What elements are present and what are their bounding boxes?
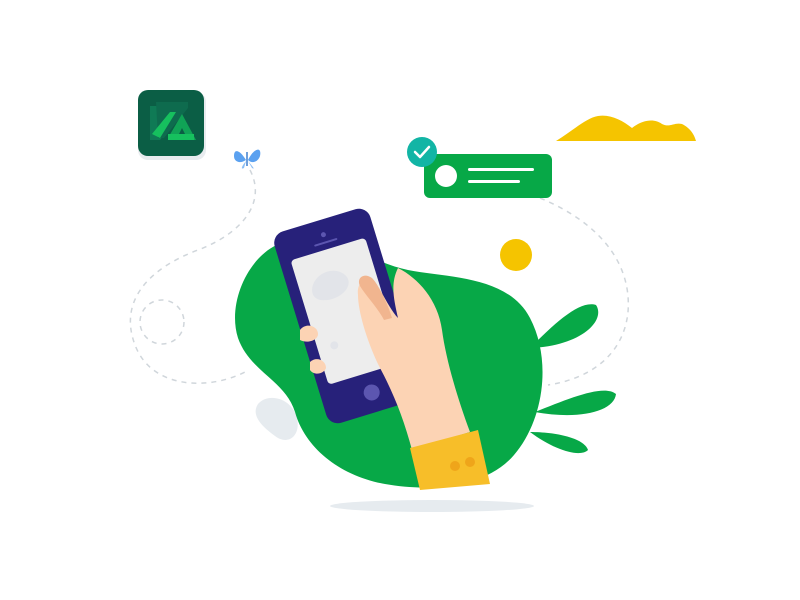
checkmark-icon — [407, 137, 437, 167]
dashed-loop — [139, 299, 185, 345]
butterfly-icon — [234, 149, 261, 169]
onboarding-illustration — [0, 0, 800, 600]
ground-shadow — [330, 500, 534, 512]
grey-blob — [255, 397, 298, 440]
illustration-canvas — [129, 90, 696, 512]
mountain-icon — [556, 115, 696, 141]
dashed-path-left — [129, 169, 256, 384]
leaf-top — [530, 304, 599, 348]
leaf-bottom — [530, 432, 588, 454]
leaf-middle — [535, 390, 616, 416]
notification-card — [424, 154, 552, 198]
sun-icon — [500, 239, 532, 271]
dashed-path-right — [539, 197, 630, 386]
app-logo-icon — [138, 90, 206, 160]
